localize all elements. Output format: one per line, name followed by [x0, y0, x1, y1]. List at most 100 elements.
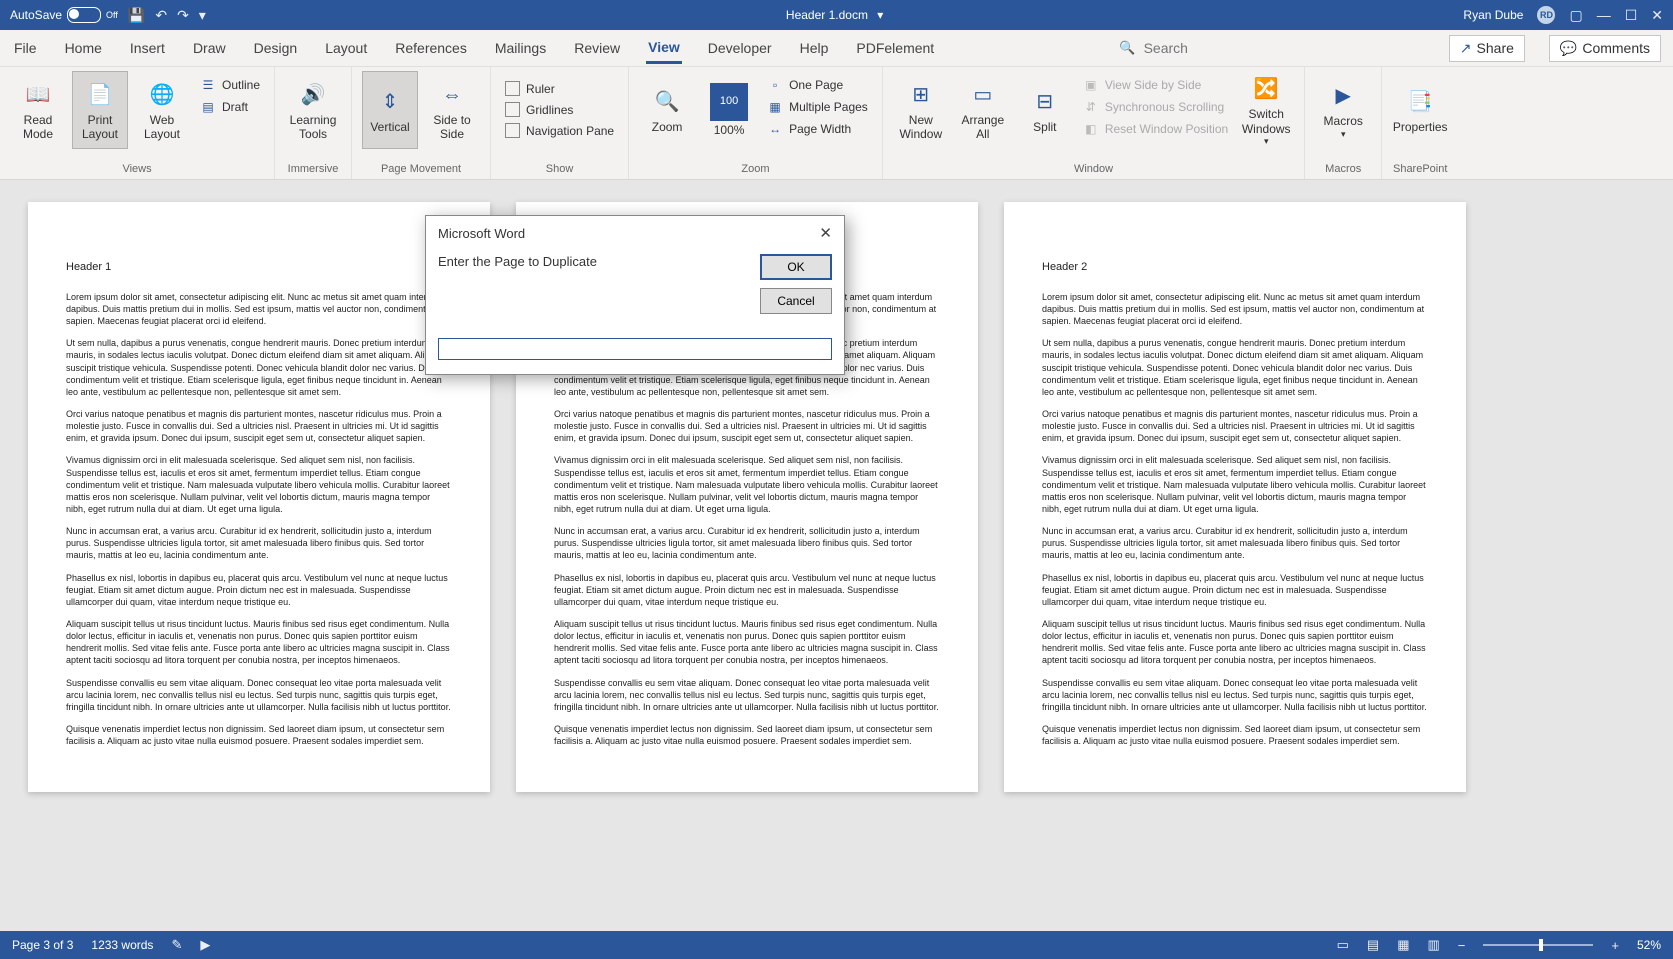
- macro-status-icon[interactable]: ▶: [200, 937, 210, 953]
- cancel-button[interactable]: Cancel: [760, 288, 832, 314]
- switch-windows-button[interactable]: 🔀Switch Windows▾: [1238, 71, 1294, 149]
- search-input[interactable]: [1142, 39, 1266, 57]
- workspace: Header 1 Lorem ipsum dolor sit amet, con…: [0, 180, 1673, 931]
- document-page[interactable]: Header 1 Lorem ipsum dolor sit amet, con…: [28, 202, 490, 792]
- zoom-slider[interactable]: [1483, 944, 1593, 946]
- checkbox-icon: [505, 102, 520, 117]
- ok-button[interactable]: OK: [760, 254, 832, 280]
- spellcheck-icon[interactable]: ✎: [171, 937, 182, 953]
- ribbon-display-icon[interactable]: ▢: [1569, 7, 1582, 24]
- zoom-out-icon[interactable]: −: [1458, 938, 1466, 953]
- nav-pane-checkbox[interactable]: Navigation Pane: [501, 121, 618, 140]
- autosave-toggle[interactable]: AutoSave Off: [10, 7, 118, 23]
- tab-file[interactable]: File: [12, 34, 39, 62]
- web-layout-icon: 🌐: [146, 79, 178, 111]
- avatar[interactable]: RD: [1537, 6, 1555, 24]
- tab-layout[interactable]: Layout: [323, 34, 369, 62]
- new-window-icon: ⊞: [905, 79, 937, 111]
- outline-icon: ☰: [200, 77, 216, 93]
- zoom-button[interactable]: 🔍Zoom: [639, 71, 695, 149]
- zoom-level[interactable]: 52%: [1637, 938, 1661, 952]
- one-page-button[interactable]: ▫One Page: [763, 75, 872, 95]
- ruler-checkbox[interactable]: Ruler: [501, 79, 618, 98]
- tab-design[interactable]: Design: [252, 34, 300, 62]
- para: Orci varius natoque penatibus et magnis …: [66, 408, 452, 444]
- tab-home[interactable]: Home: [63, 34, 104, 62]
- maximize-icon[interactable]: ☐: [1625, 7, 1638, 24]
- toggle-switch[interactable]: [67, 7, 101, 23]
- split-button[interactable]: ⊟Split: [1017, 71, 1073, 149]
- tab-help[interactable]: Help: [798, 34, 831, 62]
- customize-qat-icon[interactable]: ▾: [199, 7, 206, 24]
- new-window-button[interactable]: ⊞New Window: [893, 71, 949, 149]
- group-zoom-label: Zoom: [741, 161, 769, 179]
- focus-mode-icon[interactable]: ▭: [1337, 937, 1349, 953]
- para: Nunc in accumsan erat, a varius arcu. Cu…: [554, 525, 940, 561]
- para: Nunc in accumsan erat, a varius arcu. Cu…: [1042, 525, 1428, 561]
- arrange-all-button[interactable]: ▭Arrange All: [955, 71, 1011, 149]
- tab-insert[interactable]: Insert: [128, 34, 167, 62]
- group-window-label: Window: [1074, 161, 1113, 179]
- side-icon: ⇔: [436, 79, 468, 111]
- minimize-icon[interactable]: —: [1597, 7, 1611, 23]
- tab-view[interactable]: View: [646, 33, 682, 64]
- reset-position-button: ◧Reset Window Position: [1079, 119, 1232, 139]
- para: Quisque venenatis imperdiet lectus non d…: [66, 723, 452, 747]
- ribbon: 📖Read Mode 📄Print Layout 🌐Web Layout ☰Ou…: [0, 67, 1673, 180]
- outline-button[interactable]: ☰Outline: [196, 75, 264, 95]
- sync-icon: ⇵: [1083, 99, 1099, 115]
- group-show-label: Show: [546, 161, 574, 179]
- hundred-button[interactable]: 100100%: [701, 71, 757, 149]
- undo-icon[interactable]: ↶: [155, 7, 167, 24]
- zoom-in-icon[interactable]: +: [1611, 938, 1619, 953]
- tab-references[interactable]: References: [393, 34, 469, 62]
- para: Suspendisse convallis eu sem vitae aliqu…: [1042, 677, 1428, 713]
- dialog-prompt: Enter the Page to Duplicate: [438, 254, 597, 269]
- properties-button[interactable]: 📑Properties: [1392, 71, 1448, 149]
- side-by-side-button: ▣View Side by Side: [1079, 75, 1232, 95]
- gridlines-checkbox[interactable]: Gridlines: [501, 100, 618, 119]
- save-icon[interactable]: 💾: [128, 7, 145, 24]
- para: Orci varius natoque penatibus et magnis …: [554, 408, 940, 444]
- para: Suspendisse convallis eu sem vitae aliqu…: [554, 677, 940, 713]
- side-by-side-icon: ▣: [1083, 77, 1099, 93]
- close-icon[interactable]: ✕: [1651, 7, 1663, 24]
- read-mode-icon: 📖: [22, 79, 54, 111]
- sync-scroll-button: ⇵Synchronous Scrolling: [1079, 97, 1232, 117]
- page-indicator[interactable]: Page 3 of 3: [12, 938, 73, 952]
- word-count[interactable]: 1233 words: [91, 938, 153, 952]
- dialog-close-icon[interactable]: ✕: [819, 224, 832, 242]
- tab-mailings[interactable]: Mailings: [493, 34, 548, 62]
- share-button[interactable]: ↗Share: [1449, 35, 1525, 62]
- comments-button[interactable]: 💬Comments: [1549, 35, 1661, 62]
- tab-draw[interactable]: Draw: [191, 34, 228, 62]
- vertical-button[interactable]: ⇕Vertical: [362, 71, 418, 149]
- print-layout-icon: 📄: [84, 79, 116, 111]
- draft-button[interactable]: ▤Draft: [196, 97, 264, 117]
- macros-button[interactable]: ▶Macros▾: [1315, 71, 1371, 149]
- header-2: Header 2: [1042, 260, 1428, 275]
- side-to-side-button[interactable]: ⇔Side to Side: [424, 71, 480, 149]
- learning-tools-button[interactable]: 🔊Learning Tools: [285, 71, 341, 149]
- tab-developer[interactable]: Developer: [706, 34, 774, 62]
- para: Nunc in accumsan erat, a varius arcu. Cu…: [66, 525, 452, 561]
- read-mode-icon[interactable]: ▤: [1367, 937, 1379, 953]
- tab-review[interactable]: Review: [572, 34, 622, 62]
- print-layout-button[interactable]: 📄Print Layout: [72, 71, 128, 149]
- page-width-button[interactable]: ↔Page Width: [763, 119, 872, 139]
- multi-page-button[interactable]: ▦Multiple Pages: [763, 97, 872, 117]
- dialog-input[interactable]: [438, 338, 832, 360]
- document-page[interactable]: Header 2 Lorem ipsum dolor sit amet, con…: [1004, 202, 1466, 792]
- para: Vivamus dignissim orci in elit malesuada…: [554, 454, 940, 515]
- print-layout-icon[interactable]: ▦: [1397, 937, 1409, 953]
- group-page-movement-label: Page Movement: [381, 161, 461, 179]
- read-mode-button[interactable]: 📖Read Mode: [10, 71, 66, 149]
- tab-pdfelement[interactable]: PDFelement: [854, 34, 936, 62]
- title-dropdown-icon[interactable]: ▾: [877, 8, 883, 22]
- redo-icon[interactable]: ↷: [177, 7, 189, 24]
- search-box[interactable]: 🔍: [1119, 39, 1265, 57]
- para: Lorem ipsum dolor sit amet, consectetur …: [1042, 291, 1428, 327]
- web-layout-button[interactable]: 🌐Web Layout: [134, 71, 190, 149]
- web-layout-icon[interactable]: ▥: [1427, 937, 1439, 953]
- para: Phasellus ex nisl, lobortis in dapibus e…: [66, 572, 452, 608]
